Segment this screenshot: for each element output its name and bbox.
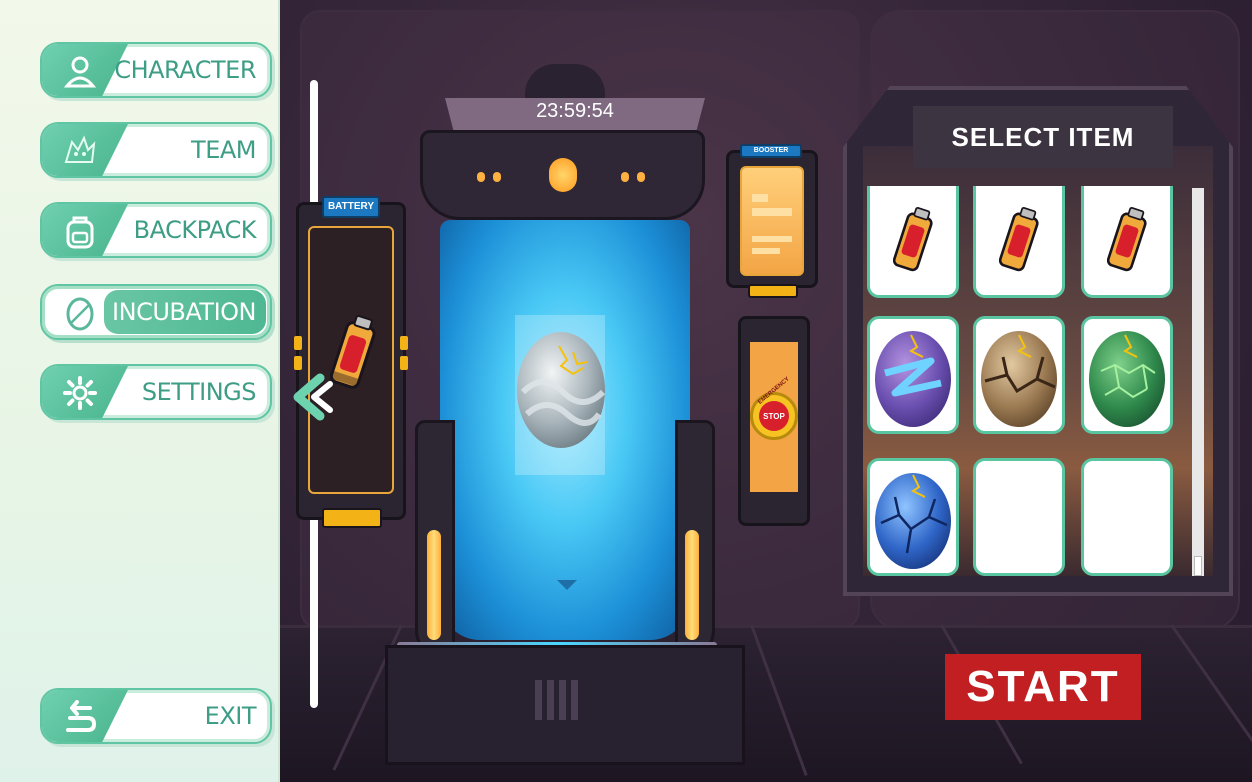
item-slot-battery[interactable] (1081, 186, 1173, 298)
menu-character-label: CHARACTER (114, 56, 256, 84)
select-item-title: SELECT ITEM (913, 106, 1173, 168)
exit-label: EXIT (204, 702, 257, 730)
battery-item-icon (329, 314, 376, 399)
battery-icon (893, 206, 933, 271)
select-item-panel: SELECT ITEM (843, 86, 1233, 596)
return-icon (60, 700, 100, 734)
menu-character-button[interactable]: CHARACTER (40, 42, 272, 98)
item-grid (867, 186, 1177, 586)
incubator-machine: 23:59:54 (385, 60, 745, 765)
item-slot-purple-egg[interactable] (867, 316, 959, 434)
person-icon (60, 54, 100, 88)
booster-tag: BOOSTER (740, 144, 802, 158)
menu-backpack-label: BACKPACK (133, 216, 257, 244)
incubator-lamp (549, 158, 577, 192)
incubation-timer: 23:59:54 (536, 100, 614, 122)
exit-button[interactable]: EXIT (40, 688, 272, 744)
egg-icon (60, 296, 100, 331)
gear-icon (60, 376, 100, 410)
item-slot-green-egg[interactable] (1081, 316, 1173, 434)
item-slot-blue-egg[interactable] (867, 458, 959, 576)
purple-lightning-egg-icon (875, 331, 951, 427)
menu-incubation-label: INCUBATION (112, 298, 256, 326)
booster-slot[interactable]: BOOSTER (726, 144, 824, 302)
battery-icon (1107, 206, 1147, 271)
menu-settings-label: SETTINGS (141, 378, 257, 406)
item-slot-battery[interactable] (867, 186, 959, 298)
dragon-icon (60, 134, 100, 168)
menu-backpack-button[interactable]: BACKPACK (40, 202, 272, 258)
emergency-panel: STOP EMERGENCY (738, 316, 810, 526)
menu-team-button[interactable]: TEAM (40, 122, 272, 178)
item-slot-brown-egg[interactable] (973, 316, 1065, 434)
item-grid-scrollbar[interactable] (1192, 188, 1204, 576)
blue-cracked-egg-icon (875, 473, 951, 569)
incubating-egg (513, 322, 609, 450)
sidebar: CHARACTER TEAM BACKPACK INCUBATION SETTI… (0, 0, 280, 782)
back-arrow-icon[interactable] (286, 372, 334, 422)
menu-settings-button[interactable]: SETTINGS (40, 364, 272, 420)
green-scale-egg-icon (1089, 331, 1165, 427)
menu-team-label: TEAM (191, 136, 256, 164)
stop-label: STOP (759, 401, 789, 431)
battery-icon (999, 206, 1039, 271)
incubation-scene: BATTERY 23:59:54 BOOSTER STOP EMERGENCY … (280, 0, 1252, 782)
item-slot-empty[interactable] (1081, 458, 1173, 576)
item-slot-battery[interactable] (973, 186, 1065, 298)
backpack-icon (60, 214, 100, 249)
item-grid-scroll-thumb[interactable] (1194, 556, 1202, 576)
item-slot-empty[interactable] (973, 458, 1065, 576)
battery-tag: BATTERY (322, 196, 380, 218)
emergency-stop-button[interactable]: STOP (750, 392, 798, 440)
brown-cracked-egg-icon (981, 331, 1057, 427)
start-button[interactable]: START (945, 654, 1141, 720)
menu-incubation-button[interactable]: INCUBATION (40, 284, 272, 340)
